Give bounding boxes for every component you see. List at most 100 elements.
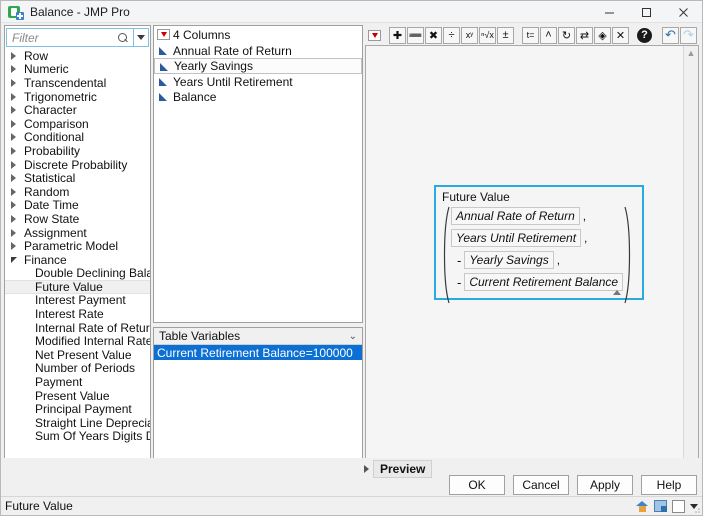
column-item[interactable]: Yearly Savings	[154, 58, 362, 74]
subtract-button[interactable]: ➖	[407, 26, 424, 44]
chevron-down-icon[interactable]: ⌄	[349, 331, 357, 342]
preview-button[interactable]: Preview	[373, 460, 433, 478]
insert-above-button[interactable]: ˄	[540, 26, 557, 44]
cancel-button[interactable]: Cancel	[513, 475, 569, 495]
resize-grip-icon[interactable]	[691, 504, 701, 514]
formula-argument-row: Annual Rate of Return,	[451, 207, 623, 225]
tree-item-double-declining-balance[interactable]: Double Declining Balance	[5, 266, 150, 280]
exponent-button[interactable]: xʸ	[461, 26, 478, 44]
home-icon[interactable]	[636, 500, 649, 513]
chevron-right-icon[interactable]	[11, 201, 24, 210]
chevron-right-icon[interactable]	[11, 214, 24, 223]
table-variable-item[interactable]: Current Retirement Balance=100000	[154, 345, 362, 360]
tree-item-interest-rate[interactable]: Interest Rate	[5, 307, 150, 321]
tree-group-probability[interactable]: Probability	[5, 144, 150, 158]
column-item[interactable]: Balance	[154, 89, 362, 104]
sign-toggle-button[interactable]: ±	[497, 26, 514, 44]
chevron-right-icon[interactable]	[11, 146, 24, 155]
table-variables-header[interactable]: Table Variables ⌄	[154, 328, 362, 345]
columns-list[interactable]: Annual Rate of Return Yearly Savings Years…	[154, 43, 362, 104]
filter-dropdown-button[interactable]	[134, 28, 149, 47]
tree-group-assignment[interactable]: Assignment	[5, 226, 150, 240]
formula-argument[interactable]: Yearly Savings	[464, 251, 554, 269]
tree-group-character[interactable]: Character	[5, 103, 150, 117]
maximize-button[interactable]	[628, 1, 665, 23]
help-button[interactable]: ?	[637, 27, 652, 43]
tree-item-present-value[interactable]: Present Value	[5, 389, 150, 403]
triangle-right-icon[interactable]	[364, 465, 369, 473]
tree-group-discrete-probability[interactable]: Discrete Probability	[5, 158, 150, 172]
ok-button[interactable]: OK	[449, 475, 505, 495]
chevron-right-icon[interactable]	[11, 78, 24, 87]
add-button[interactable]: ✚	[389, 26, 406, 44]
formula-argument[interactable]: Years Until Retirement	[451, 229, 582, 247]
tree-item-number-of-periods[interactable]: Number of Periods	[5, 361, 150, 375]
peel-button[interactable]: ↻	[558, 26, 575, 44]
tree-group-transcendental[interactable]: Transcendental	[5, 76, 150, 90]
tree-group-finance[interactable]: Finance	[5, 253, 150, 267]
tree-item-future-value[interactable]: Future Value	[5, 280, 150, 294]
swap-button[interactable]: ⇄	[576, 26, 593, 44]
chevron-down-icon[interactable]	[11, 256, 24, 263]
chevron-right-icon[interactable]	[11, 242, 24, 251]
local-variable-button[interactable]: t=	[522, 26, 539, 44]
chevron-right-icon[interactable]	[11, 51, 24, 60]
formula-vertical-scrollbar[interactable]: ▲ ▼	[683, 46, 698, 458]
apply-button[interactable]: Apply	[577, 475, 633, 495]
chevron-right-icon[interactable]	[11, 228, 24, 237]
chevron-right-icon[interactable]	[11, 65, 24, 74]
column-item[interactable]: Annual Rate of Return	[154, 43, 362, 58]
chevron-right-icon[interactable]	[11, 187, 24, 196]
chevron-right-icon[interactable]	[11, 133, 24, 142]
chevron-right-icon[interactable]	[11, 106, 24, 115]
filter-input[interactable]: Filter	[6, 28, 134, 47]
chevron-right-icon[interactable]	[11, 160, 24, 169]
tree-group-comparison[interactable]: Comparison	[5, 117, 150, 131]
chevron-right-icon[interactable]	[11, 174, 24, 183]
window-icon[interactable]	[654, 500, 667, 512]
tree-item-modified-internal-rate-of-r[interactable]: Modified Internal Rate of R	[5, 334, 150, 348]
tree-item-net-present-value[interactable]: Net Present Value	[5, 348, 150, 362]
formula-canvas[interactable]: Future Value Annual Rate of Return, Years…	[366, 46, 683, 458]
tree-group-conditional[interactable]: Conditional	[5, 130, 150, 144]
tree-group-row[interactable]: Row	[5, 49, 150, 63]
tree-item-principal-payment[interactable]: Principal Payment	[5, 402, 150, 416]
tree-group-parametric-model[interactable]: Parametric Model	[5, 239, 150, 253]
tree-group-trigonometric[interactable]: Trigonometric	[5, 90, 150, 104]
root-button[interactable]: ⁿ√x	[479, 26, 496, 44]
minimize-button[interactable]	[591, 1, 628, 23]
tree-group-random[interactable]: Random	[5, 185, 150, 199]
function-browser-panel: Filter Row Numeric Transcendental Trigonome…	[4, 25, 151, 458]
tree-item-sum-of-years-digits-depre[interactable]: Sum Of Years Digits Depre	[5, 429, 150, 443]
tree-group-row-state[interactable]: Row State	[5, 212, 150, 226]
chevron-right-icon[interactable]	[11, 119, 24, 128]
tree-item-interest-payment[interactable]: Interest Payment	[5, 293, 150, 307]
square-icon[interactable]	[672, 499, 685, 513]
chevron-right-icon[interactable]	[11, 92, 24, 101]
tree-item-payment[interactable]: Payment	[5, 375, 150, 389]
undo-button[interactable]: ↶	[662, 26, 679, 44]
tree-item-straight-line-depreciation[interactable]: Straight Line Depreciation	[5, 416, 150, 430]
scroll-up-arrow-icon[interactable]: ▲	[687, 46, 696, 58]
tree-group-numeric[interactable]: Numeric	[5, 62, 150, 76]
red-triangle-menu-icon[interactable]	[368, 29, 381, 41]
tree-group-statistical[interactable]: Statistical	[5, 171, 150, 185]
delete-button[interactable]: ✕	[612, 26, 629, 44]
close-button[interactable]	[665, 1, 702, 23]
red-triangle-menu-icon[interactable]	[157, 29, 170, 40]
function-tree[interactable]: Row Numeric Transcendental Trigonometric Cha…	[5, 48, 150, 458]
multiply-button[interactable]: ✖	[425, 26, 442, 44]
formula-argument[interactable]: Annual Rate of Return	[451, 207, 580, 225]
formula-argument[interactable]: Current Retirement Balance	[464, 273, 624, 295]
caret-icon	[613, 290, 622, 295]
help-button[interactable]: Help	[641, 475, 697, 495]
table-variables-list[interactable]: Current Retirement Balance=100000	[154, 345, 362, 360]
tree-item-label: Present Value	[35, 388, 110, 403]
tree-group-date-time[interactable]: Date Time	[5, 198, 150, 212]
divide-button[interactable]: ÷	[443, 26, 460, 44]
column-item[interactable]: Years Until Retirement	[154, 74, 362, 89]
tree-group-label: Finance	[24, 252, 67, 267]
paste-button[interactable]: ◈	[594, 26, 611, 44]
tree-item-internal-rate-of-return[interactable]: Internal Rate of Return	[5, 321, 150, 335]
formula-expression[interactable]: Future Value Annual Rate of Return, Years…	[434, 185, 645, 304]
